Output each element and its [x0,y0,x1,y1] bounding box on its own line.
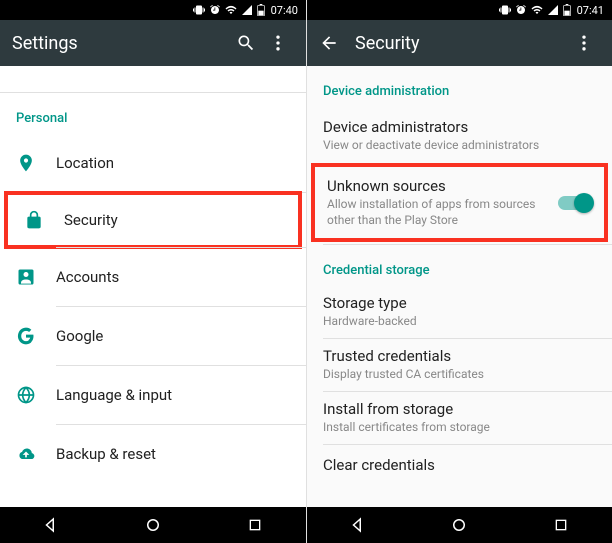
row-label: Storage type [323,294,596,312]
battery-icon [257,4,265,16]
nav-bar [307,507,612,543]
row-sub: Install certificates from storage [323,420,596,436]
wifi-icon [531,4,543,16]
app-bar: Security [307,20,612,66]
row-sub: Hardware-backed [323,314,596,330]
app-title: Security [355,33,568,54]
google-icon [16,326,56,346]
status-bar: 07:40 [0,0,306,20]
back-button[interactable] [313,27,345,59]
row-label: Install from storage [323,400,596,418]
nav-back[interactable] [328,507,388,543]
unknown-sources-toggle[interactable] [558,196,592,210]
row-sub: View or deactivate device administrators [323,138,596,154]
row-trusted-credentials[interactable]: Trusted credentials Display trusted CA c… [307,339,612,391]
nav-recent[interactable] [531,507,591,543]
signal-icon [241,4,253,16]
row-label: Clear credentials [323,456,596,474]
account-icon [16,267,56,287]
overflow-button[interactable] [568,27,600,59]
security-screen: 07:41 Security Device administration Dev… [306,0,612,543]
nav-recent[interactable] [225,507,285,543]
row-label: Google [56,327,290,345]
settings-row-location[interactable]: Location [0,134,306,192]
nav-home[interactable] [123,507,183,543]
place-icon [16,153,56,173]
search-icon [236,33,256,53]
row-unknown-sources[interactable]: Unknown sources Allow installation of ap… [311,163,608,242]
row-install-from-storage[interactable]: Install from storage Install certificate… [307,392,612,444]
language-icon [16,385,56,405]
nav-back[interactable] [21,507,81,543]
app-title: Settings [12,33,230,54]
row-label: Trusted credentials [323,347,596,365]
vibrate-icon [193,4,205,16]
status-time: 07:41 [577,4,604,17]
lock-icon [24,210,64,230]
row-label: Location [56,154,290,172]
nav-bar [0,507,306,543]
row-label: Language & input [56,386,290,404]
section-personal: Personal [0,93,306,134]
status-time: 07:40 [271,4,298,17]
row-label: Unknown sources [327,177,552,195]
section-credential-storage: Credential storage [307,245,612,286]
row-label: Device administrators [323,118,596,136]
search-button[interactable] [230,27,262,59]
row-sub: Allow installation of apps from sources … [327,197,552,228]
alarm-icon [209,4,221,16]
settings-row-google[interactable]: Google [0,307,306,365]
wifi-icon [225,4,237,16]
vibrate-icon [499,4,511,16]
settings-row-backup[interactable]: Backup & reset [0,425,306,483]
overflow-button[interactable] [262,27,294,59]
settings-screen: 07:40 Settings Personal Location [0,0,306,543]
security-list: Device administration Device administrat… [307,66,612,507]
status-bar: 07:41 [307,0,612,20]
row-sub: Display trusted CA certificates [323,367,596,383]
more-vert-icon [574,33,594,53]
settings-row-language[interactable]: Language & input [0,366,306,424]
battery-icon [563,4,571,16]
row-label: Accounts [56,268,290,286]
alarm-icon [515,4,527,16]
signal-icon [547,4,559,16]
settings-list: Personal Location Security Accounts [0,66,306,507]
row-storage-type[interactable]: Storage type Hardware-backed [307,286,612,338]
nav-home[interactable] [429,507,489,543]
app-bar: Settings [0,20,306,66]
settings-row-security[interactable]: Security [4,191,302,249]
row-device-administrators[interactable]: Device administrators View or deactivate… [307,107,612,165]
backup-icon [16,444,56,464]
arrow-back-icon [319,33,339,53]
settings-row-accounts[interactable]: Accounts [0,248,306,306]
more-vert-icon [268,33,288,53]
row-clear-credentials[interactable]: Clear credentials [307,445,612,485]
section-device-admin: Device administration [307,66,612,107]
row-label: Backup & reset [56,445,290,463]
row-label: Security [64,211,282,229]
